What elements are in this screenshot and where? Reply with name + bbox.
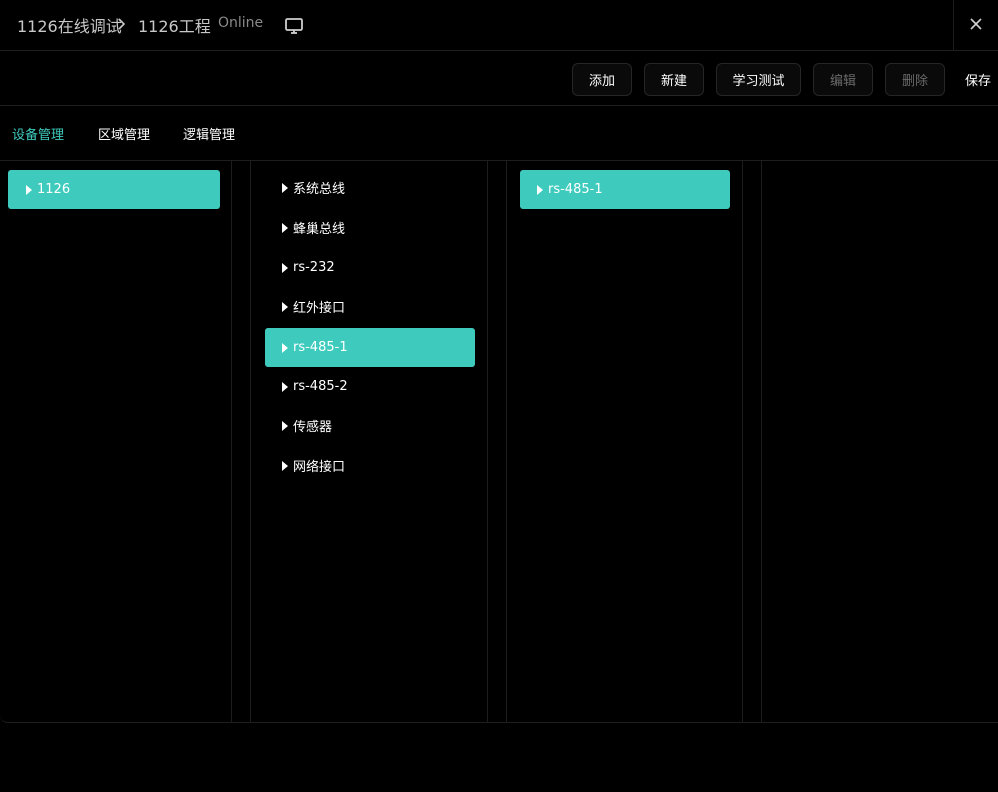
column-divider: [761, 161, 762, 723]
tab-logic-management[interactable]: 逻辑管理: [183, 124, 235, 143]
caret-right-icon: [26, 184, 32, 195]
interface-item-label: rs-232: [293, 260, 335, 275]
interface-item[interactable]: 红外接口: [265, 287, 475, 326]
sub-item-selected[interactable]: rs-485-1: [520, 170, 730, 209]
caret-right-icon: [537, 184, 543, 195]
column-divider: [250, 161, 251, 723]
toolbar: 添加 新建 学习测试 编辑 删除 保存: [0, 51, 998, 106]
chevron-right-icon: [116, 13, 128, 35]
tab-area-management[interactable]: 区域管理: [98, 124, 150, 143]
interface-item[interactable]: 网络接口: [265, 446, 475, 485]
new-button[interactable]: 新建: [644, 63, 704, 96]
interface-item-label: rs-485-2: [293, 379, 348, 394]
device-item[interactable]: 1126: [8, 170, 220, 209]
interface-item-selected[interactable]: rs-485-1: [265, 328, 475, 367]
column-divider: [487, 161, 488, 723]
interface-item[interactable]: 传感器: [265, 406, 475, 445]
title-bar: 1126在线调试 1126工程 Online: [0, 0, 998, 51]
breadcrumb-current: 1126工程: [138, 17, 211, 36]
caret-right-icon: [282, 182, 288, 193]
caret-right-icon: [282, 460, 288, 471]
column-divider: [506, 161, 507, 723]
learn-test-button[interactable]: 学习测试: [716, 63, 801, 96]
interface-item-label: 系统总线: [293, 182, 346, 197]
delete-button[interactable]: 删除: [885, 63, 945, 96]
app-window: 1126在线调试 1126工程 Online 添加 新建 学习测试 编辑 删除 …: [0, 0, 998, 792]
add-button[interactable]: 添加: [572, 63, 632, 96]
interface-item[interactable]: rs-485-2: [265, 367, 475, 406]
caret-right-icon: [282, 222, 288, 233]
tab-bar: 设备管理 区域管理 逻辑管理: [0, 106, 998, 161]
interface-item-label: 蜂巢总线: [293, 222, 346, 237]
interface-item-label: 传感器: [293, 420, 333, 435]
interface-item[interactable]: rs-232: [265, 248, 475, 287]
edit-button[interactable]: 编辑: [813, 63, 873, 96]
close-button[interactable]: [953, 0, 998, 51]
caret-right-icon: [282, 342, 288, 353]
interface-item-label: rs-485-1: [293, 340, 348, 355]
column-divider: [742, 161, 743, 723]
caret-right-icon: [282, 301, 288, 312]
breadcrumb-root[interactable]: 1126在线调试: [17, 13, 122, 37]
sub-item-label: rs-485-1: [548, 182, 603, 197]
close-icon: [969, 16, 983, 35]
interface-item[interactable]: 蜂巢总线: [265, 208, 475, 247]
connection-status: Online: [218, 15, 264, 31]
caret-right-icon: [282, 420, 288, 431]
tab-device-management[interactable]: 设备管理: [12, 124, 64, 143]
device-item-label: 1126: [37, 182, 71, 197]
interface-item-label: 红外接口: [293, 301, 346, 316]
interface-item-label: 网络接口: [293, 460, 346, 475]
save-button[interactable]: 保存: [965, 63, 998, 96]
caret-right-icon: [282, 381, 288, 392]
column-browser: [0, 161, 998, 723]
caret-right-icon: [282, 262, 288, 273]
column-divider: [231, 161, 232, 723]
interface-item[interactable]: 系统总线: [265, 168, 475, 207]
monitor-icon[interactable]: [284, 16, 304, 36]
